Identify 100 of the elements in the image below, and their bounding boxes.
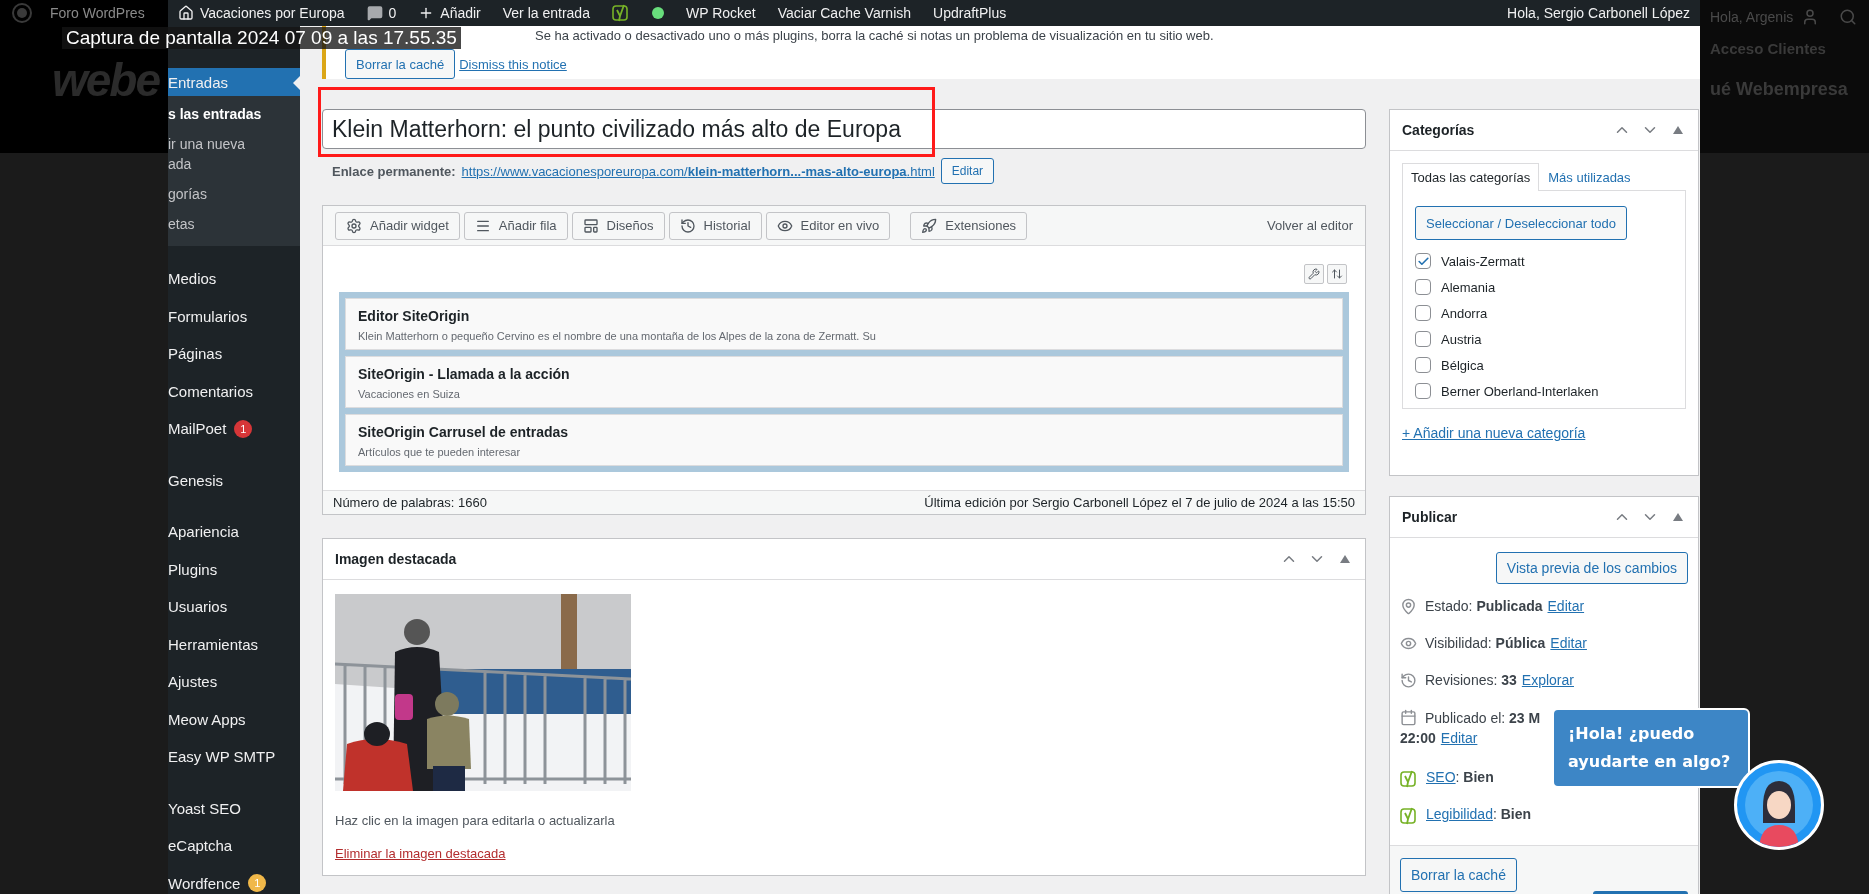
checkbox[interactable] — [1415, 253, 1431, 269]
submenu-item[interactable]: etas — [168, 214, 300, 234]
menu-item[interactable]: Genesis — [168, 461, 300, 499]
submenu-item[interactable]: s las entradas — [168, 104, 300, 124]
panel-title: Publicar — [1402, 509, 1459, 525]
resize-button[interactable] — [1327, 264, 1347, 284]
back-to-editor-link[interactable]: Volver al editor — [1267, 218, 1353, 233]
status-dot — [651, 7, 664, 19]
toolbar-button[interactable]: Diseños — [571, 211, 665, 240]
greeting-text: Hola, Argenis — [1710, 9, 1794, 25]
toolbar-button[interactable]: Extensiones — [910, 211, 1028, 240]
comment-icon[interactable] — [366, 5, 383, 21]
widget-title: Editor SiteOrigin — [358, 308, 471, 324]
widget-summary: Artículos que te pueden interesar — [358, 446, 522, 458]
rocket-icon — [921, 217, 938, 234]
last-edit: Última edición por Sergio Carbonell López el 7 de julio de 2024 a las 15:50 — [924, 495, 1355, 510]
category-option[interactable]: Alemania — [1415, 274, 1673, 300]
toolbar-button[interactable]: Añadir widget — [335, 211, 460, 240]
menu-item[interactable]: Herramientas — [168, 625, 300, 663]
menu-item[interactable]: Medios — [168, 260, 300, 298]
toolbar-button[interactable]: Añadir fila — [463, 211, 568, 240]
checkbox[interactable] — [1415, 331, 1431, 347]
menu-item[interactable]: Wordfence 1 — [168, 864, 300, 894]
menu-item[interactable]: Meow Apps — [168, 700, 300, 738]
menu-item[interactable]: Comentarios — [168, 372, 300, 410]
add-category-link[interactable]: + Añadir una nueva categoría — [1402, 425, 1686, 441]
category-tab[interactable]: Todas las categorías — [1402, 163, 1540, 191]
panel-title: Imagen destacada — [335, 551, 458, 567]
widget-card[interactable]: Editor SiteOrigin Klein Matterhorn o pequeño Cervino es el nombre de una montaña de los Alpes de la zona de Zermatt. Su — [345, 298, 1343, 350]
widget-card[interactable]: SiteOrigin Carrusel de entradas Artículos que te pueden interesar — [345, 414, 1343, 466]
category-option[interactable]: Bélgica — [1415, 352, 1673, 378]
account-link[interactable]: Hola, Sergio Carbonell López — [1507, 5, 1690, 21]
submenu-item[interactable]: ir una nueva ada — [168, 134, 264, 174]
checkbox[interactable] — [1415, 305, 1431, 321]
clear-cache-button[interactable]: Borrar la caché — [1400, 858, 1517, 892]
checkbox[interactable] — [1415, 383, 1431, 399]
up-down-arrow-icon — [1331, 268, 1343, 280]
meta-text: Estado: Publicada — [1425, 598, 1543, 614]
menu-item[interactable]: Easy WP SMTP — [168, 738, 300, 776]
seo-icon — [1400, 769, 1418, 789]
menu-item[interactable]: Plugins — [168, 550, 300, 588]
menu-item[interactable]: Usuarios — [168, 588, 300, 626]
home-icon[interactable] — [178, 5, 194, 21]
site-name: Foro WordPres — [50, 5, 145, 21]
toggle-all-button[interactable]: Seleccionar / Deseleccionar todo — [1415, 206, 1628, 240]
chat-bubble[interactable]: ¡Hola! ¿puedo ayudarte en algo? — [1552, 708, 1750, 788]
menu-item[interactable]: Formularios — [168, 297, 300, 335]
checkbox[interactable] — [1415, 357, 1431, 373]
notice-text: Se ha activado o desactivado uno o más plugins, borra la caché si notas un problema de visualización en tu sitio web. — [535, 28, 1214, 43]
preview-button[interactable]: Vista previa de los cambios — [1495, 552, 1688, 584]
category-option[interactable]: Berner Oberland-Interlaken — [1415, 378, 1673, 404]
word-count: Número de palabras: 1660 — [333, 495, 487, 510]
count-badge: 1 — [248, 874, 267, 893]
remove-image-link[interactable]: Eliminar la imagen destacada — [335, 846, 1353, 861]
menu-item[interactable]: eCaptcha — [168, 827, 300, 865]
menu-item[interactable]: Apariencia — [168, 513, 300, 551]
meta-link[interactable]: Editar — [1550, 635, 1587, 651]
meta-text: : Bien — [1492, 806, 1532, 822]
meta-link[interactable]: Editar — [1440, 730, 1478, 746]
meta-link[interactable]: Explorar — [1521, 672, 1574, 688]
meta-link[interactable]: SEO — [1426, 769, 1456, 785]
wrench-button[interactable] — [1304, 264, 1324, 284]
search-icon[interactable] — [1839, 8, 1858, 26]
new-link[interactable]: Añadir — [440, 5, 481, 21]
category-option[interactable]: Valais-Zermatt — [1415, 248, 1673, 274]
widget-card[interactable]: SiteOrigin - Llamada a la acción Vacaciones en Suiza — [345, 356, 1343, 408]
title-field[interactable]: Klein Matterhorn: el punto civilizado más alto de Europa — [322, 109, 1366, 149]
menu-item[interactable]: Yoast SEO — [168, 789, 300, 827]
toolbar-link[interactable]: WP Rocket — [685, 5, 756, 21]
seo-icon — [1400, 806, 1418, 826]
toolbar-link[interactable]: UpdraftPlus — [933, 5, 1007, 21]
widget-summary: Vacaciones en Suiza — [358, 388, 461, 400]
submenu-item[interactable]: gorías — [168, 184, 300, 204]
checkbox[interactable] — [1415, 279, 1431, 295]
comments-count[interactable]: 0 — [388, 5, 397, 21]
meta-link[interactable]: Legibilidad — [1426, 806, 1493, 822]
menu-item[interactable]: Páginas — [168, 335, 300, 373]
edit-permalink-button[interactable]: Editar — [940, 158, 995, 184]
clear-cache-button[interactable]: Borrar la caché — [345, 49, 456, 79]
view-post-link[interactable]: Ver la entrada — [502, 5, 590, 21]
toolbar-button[interactable]: Editor en vivo — [765, 211, 891, 240]
triangle-icon — [1673, 126, 1683, 134]
category-option[interactable]: Andorra — [1415, 300, 1673, 326]
menu-item[interactable]: Ajustes — [168, 663, 300, 701]
site-link[interactable]: Vacaciones por Europa — [200, 5, 345, 21]
widget-title: SiteOrigin Carrusel de entradas — [358, 424, 570, 440]
meta-text: Visibilidad: Pública — [1425, 635, 1546, 651]
category-tab[interactable]: Más utilizadas — [1539, 163, 1640, 191]
meta-link[interactable]: Editar — [1547, 598, 1585, 614]
menu-item[interactable]: Entradas — [168, 68, 300, 96]
seo-icon[interactable] — [611, 3, 630, 23]
menu-item[interactable]: MailPoet 1 — [168, 410, 300, 448]
layout-icon — [582, 217, 599, 234]
gear-icon — [346, 217, 362, 234]
toolbar-button[interactable]: Historial — [668, 211, 762, 240]
category-option[interactable]: Austria — [1415, 326, 1673, 352]
history-icon — [1400, 672, 1417, 689]
toolbar-link[interactable]: Vaciar Cache Varnish — [777, 5, 912, 21]
permalink-link[interactable]: https://www.vacacionesporeuropa.com/klein-matterhorn...-mas-alto-europa.html — [461, 163, 935, 179]
dismiss-link[interactable]: Dismiss this notice — [459, 56, 567, 72]
